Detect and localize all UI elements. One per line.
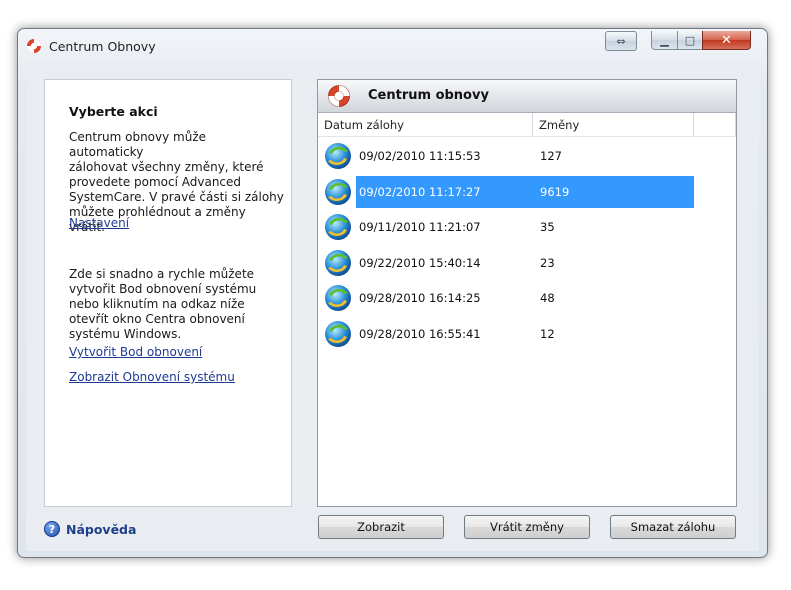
backup-panel-title: Centrum obnovy <box>368 88 489 103</box>
backup-restore-icon <box>325 249 351 276</box>
backup-date: 09/28/2010 16:55:41 <box>359 326 481 341</box>
changes-count: 23 <box>540 255 555 270</box>
changes-count: 9619 <box>540 184 570 199</box>
restore-line: otevřít okno Centra obnovení <box>69 312 245 326</box>
backup-restore-icon <box>325 285 351 311</box>
backup-panel: Centrum obnovy Datum zálohy Změny 09/02/… <box>317 79 737 507</box>
help-icon: ? <box>44 521 60 537</box>
minimize-icon: ▁ <box>660 33 669 47</box>
changes-count: 35 <box>540 220 555 234</box>
backup-panel-header: Centrum obnovy <box>318 80 736 113</box>
intro-line: SystemCare. V pravé části si zálohy <box>69 190 284 204</box>
table-row[interactable]: 09/28/2010 16:55:41 12 <box>318 316 736 352</box>
backup-restore-icon <box>325 143 351 169</box>
restore-line: systému Windows. <box>69 327 182 341</box>
maximize-icon: □ <box>684 33 696 47</box>
window-title: Centrum Obnovy <box>49 39 156 54</box>
restore-line: nebo kliknutím na odkaz níže <box>69 297 245 311</box>
table-row[interactable]: 09/02/2010 11:17:27 9619 <box>318 174 736 210</box>
lifebuoy-icon <box>328 85 350 107</box>
maximize-button[interactable]: □ <box>677 31 703 50</box>
backup-date: 09/22/2010 15:40:14 <box>359 255 481 270</box>
revert-changes-button[interactable]: Vrátit změny <box>464 515 590 539</box>
backup-restore-icon <box>325 178 351 205</box>
delete-backup-button[interactable]: Smazat zálohu <box>610 515 736 539</box>
restore-line: vytvořit Bod obnovení systému <box>69 282 257 296</box>
backup-date: 09/28/2010 16:14:25 <box>359 291 481 305</box>
settings-link[interactable]: Nastavení <box>69 216 129 230</box>
action-panel: Vyberte akci Centrum obnovy může automat… <box>44 79 292 507</box>
backup-date: 09/02/2010 11:15:53 <box>359 149 481 163</box>
close-button[interactable]: ✕ <box>702 31 751 50</box>
table-row[interactable]: 09/22/2010 15:40:14 23 <box>318 245 736 281</box>
title-bar[interactable]: Centrum Obnovy ⇔ ▁ □ ✕ <box>18 29 767 61</box>
backup-restore-icon <box>325 320 351 347</box>
close-icon: ✕ <box>721 32 732 48</box>
changes-count: 127 <box>540 149 562 163</box>
double-arrow-icon: ⇔ <box>616 34 626 48</box>
create-restore-point-link[interactable]: Vytvořit Bod obnovení <box>69 345 202 359</box>
backup-date: 09/02/2010 11:17:27 <box>359 184 481 199</box>
show-system-restore-link[interactable]: Zobrazit Obnovení systému <box>69 370 235 384</box>
table-row[interactable]: 09/28/2010 16:14:25 48 <box>318 280 736 316</box>
restore-point-text: Zde si snadno a rychle můžete vytvořit B… <box>69 267 284 342</box>
app-window: Centrum Obnovy ⇔ ▁ □ ✕ Vyberte akci Cent… <box>17 28 768 558</box>
column-header-changes[interactable]: Změny <box>533 113 694 137</box>
client-area: Vyberte akci Centrum obnovy může automat… <box>26 61 759 551</box>
intro-line: Centrum obnovy může automaticky <box>69 130 207 159</box>
changes-count: 12 <box>540 326 555 341</box>
help-link[interactable]: ? Nápověda <box>44 521 136 537</box>
show-button[interactable]: Zobrazit <box>318 515 444 539</box>
table-row[interactable]: 09/02/2010 11:15:53 127 <box>318 138 736 174</box>
minimize-button[interactable]: ▁ <box>651 31 678 50</box>
intro-line: provedete pomocí Advanced <box>69 175 242 189</box>
column-header-filler <box>694 113 736 137</box>
restore-line: Zde si snadno a rychle můžete <box>69 267 255 281</box>
help-label: Nápověda <box>66 521 137 537</box>
action-heading: Vyberte akci <box>69 104 158 119</box>
backup-restore-icon <box>325 214 351 240</box>
swap-skin-button[interactable]: ⇔ <box>605 31 637 51</box>
lifebuoy-icon <box>27 39 41 53</box>
table-row[interactable]: 09/11/2010 11:21:07 35 <box>318 209 736 245</box>
column-header-date[interactable]: Datum zálohy <box>318 113 533 137</box>
backup-date: 09/11/2010 11:21:07 <box>359 220 481 234</box>
intro-line: zálohovat všechny změny, které <box>69 160 264 174</box>
changes-count: 48 <box>540 291 555 305</box>
